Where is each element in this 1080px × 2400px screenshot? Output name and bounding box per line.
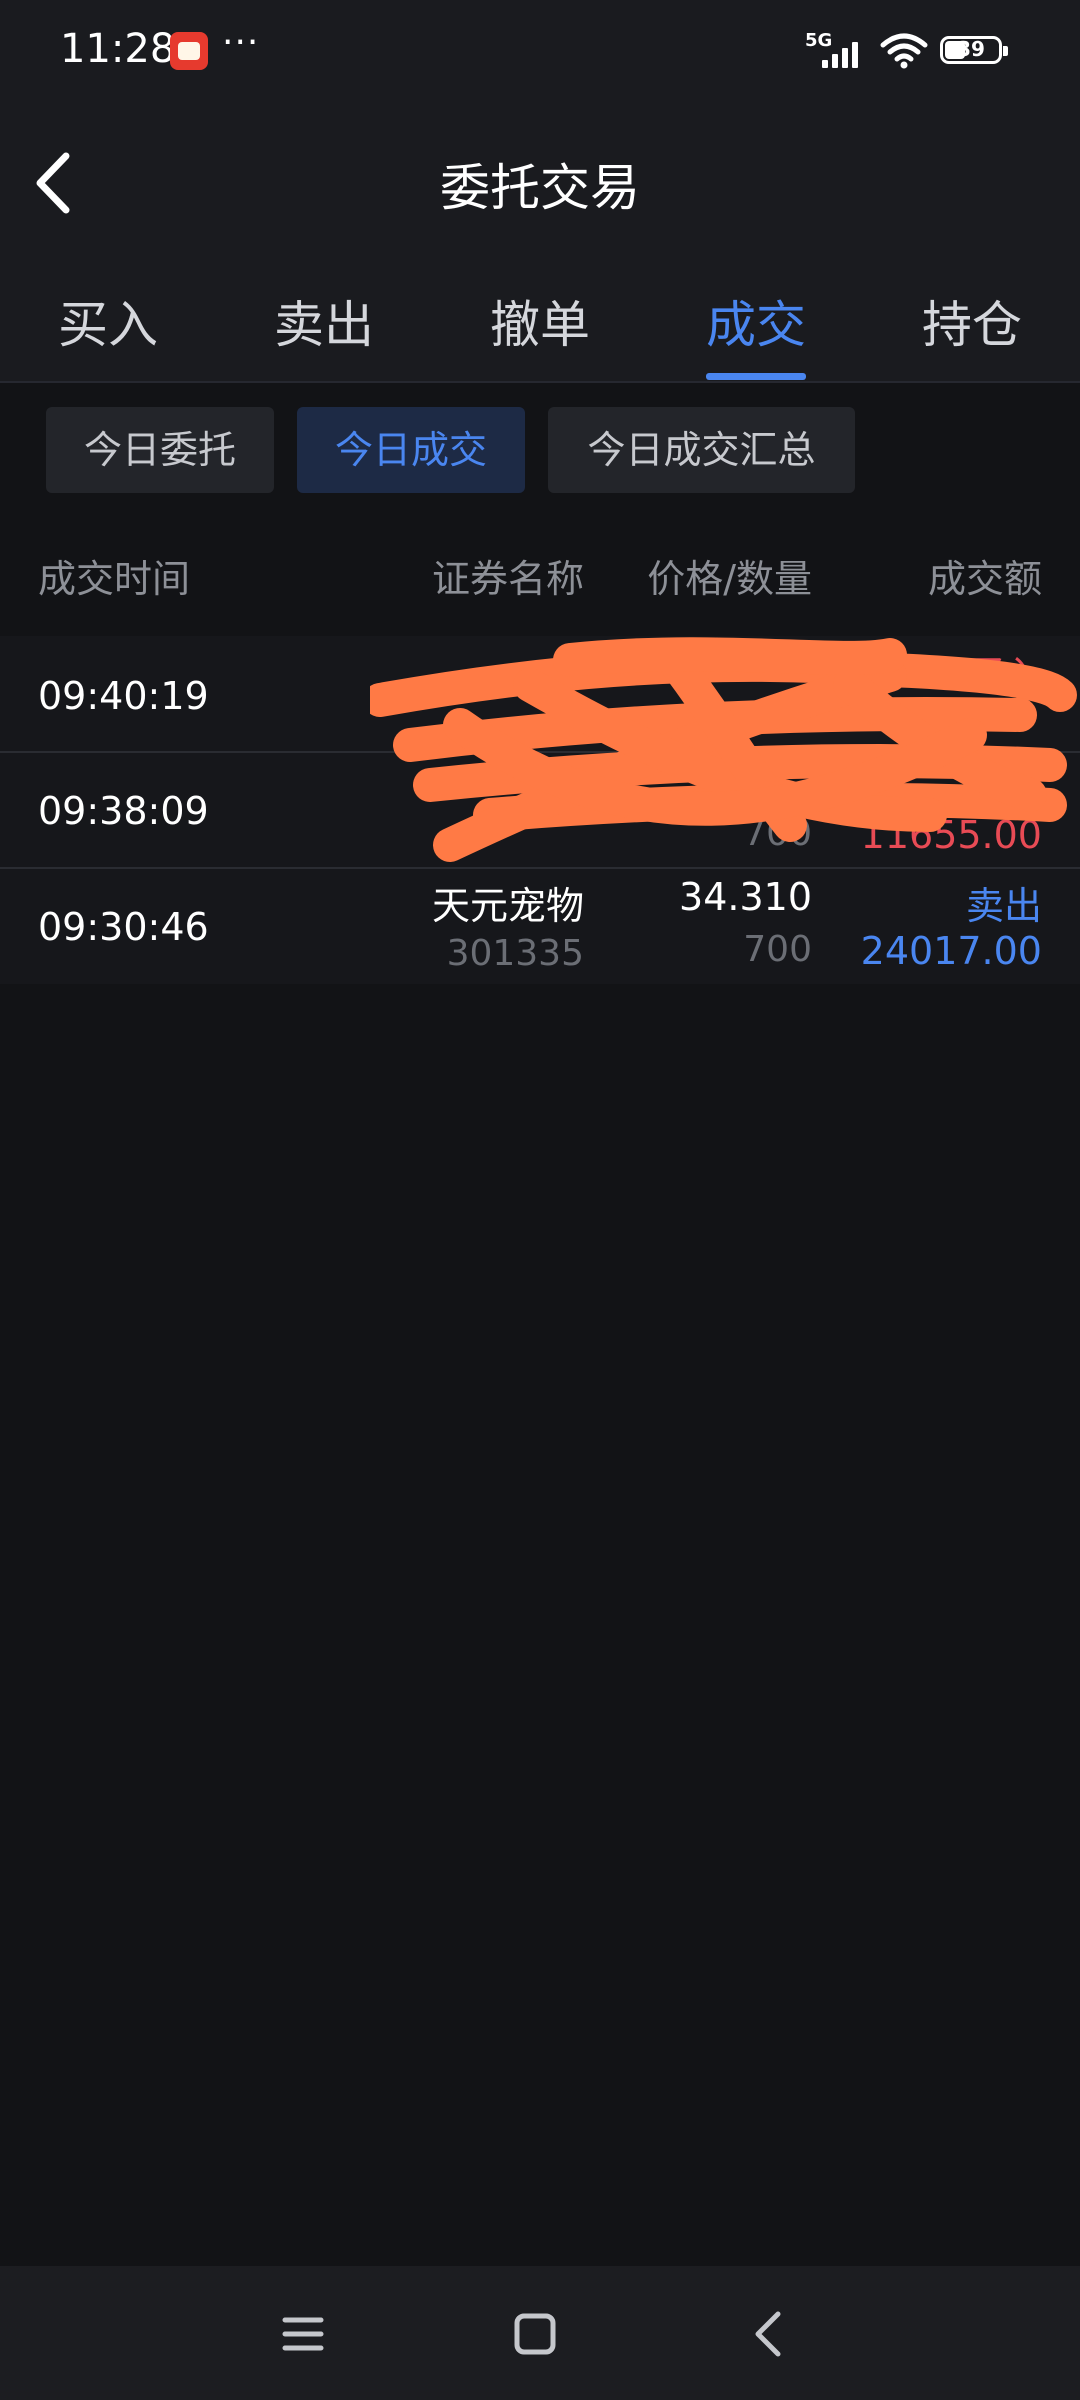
table-row[interactable]: 09:38:09 700 买入 11655.00 [0,753,1080,868]
deal-time: 09:38:09 [38,789,209,833]
wifi-icon [880,33,928,69]
battery-icon: 39 [940,36,1008,64]
tab-sell[interactable]: 卖出 [244,285,404,357]
tab-deals[interactable]: 成交 [676,285,836,357]
status-bar: 11:28 ··· 5G 39 [0,0,1080,105]
deal-time: 09:30:46 [38,905,209,949]
deal-side: 买入 [965,653,1042,697]
deal-quantity: 700 [743,813,812,854]
table-row[interactable]: 09:40:19 买入 [0,636,1080,751]
security-code: 301335 [446,933,584,974]
system-nav-bar [0,2266,1080,2400]
tabs-divider [0,381,1080,383]
back-icon[interactable] [740,2304,800,2364]
main-tabs: 买入 卖出 撤单 成交 持仓 [0,285,1080,385]
deal-amount: 11655.00 [860,813,1042,857]
subtab-today-deals[interactable]: 今日成交 [297,407,525,493]
deal-price: 34.310 [679,875,812,919]
header-deal-amount: 成交额 [927,557,1042,601]
deal-time: 09:40:19 [38,674,209,718]
deal-amount: 24017.00 [860,929,1042,973]
home-square-icon[interactable] [505,2304,565,2364]
tab-positions[interactable]: 持仓 [892,285,1052,357]
security-name: 天元宠物 [431,884,584,928]
signal-icon [822,38,866,68]
subtab-today-orders[interactable]: 今日委托 [46,407,274,493]
deal-side: 卖出 [965,884,1042,928]
deal-side: 买入 [965,768,1042,812]
deal-quantity: 700 [743,929,812,970]
table-row[interactable]: 09:30:46 天元宠物 301335 34.310 700 卖出 24017… [0,869,1080,984]
tab-buy[interactable]: 买入 [28,285,188,357]
status-time: 11:28 [60,26,176,72]
app-notification-icon [170,32,208,70]
page-title: 委托交易 [440,159,640,217]
header-deal-time: 成交时间 [38,557,191,601]
header-security-name: 证券名称 [431,557,584,601]
tab-cancel[interactable]: 撤单 [460,285,620,357]
more-notifications-icon: ··· [222,22,260,63]
active-tab-indicator [706,373,806,380]
menu-icon[interactable] [273,2304,333,2364]
battery-percent: 39 [957,37,985,61]
subtab-today-deals-summary[interactable]: 今日成交汇总 [548,407,855,493]
header-price-quantity: 价格/数量 [647,557,812,601]
